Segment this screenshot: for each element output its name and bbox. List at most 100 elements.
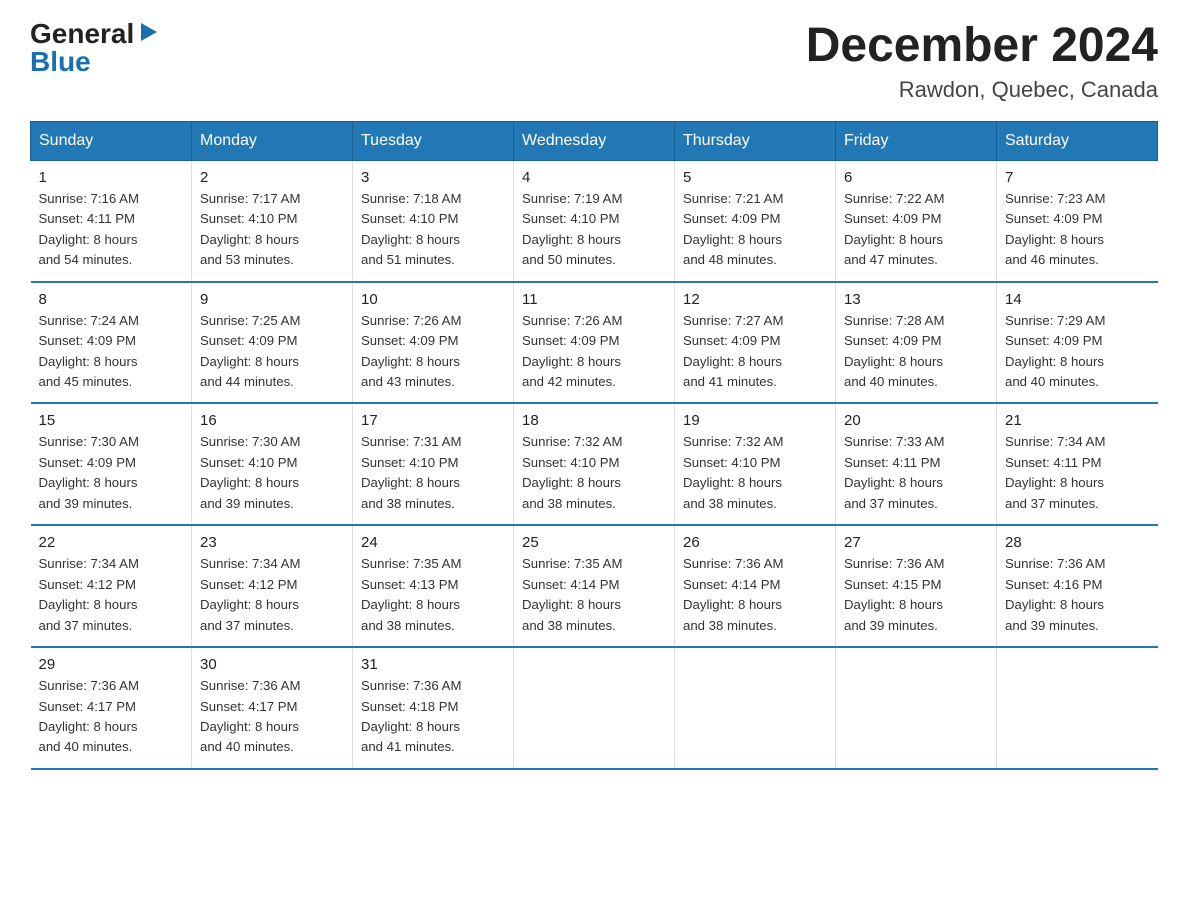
calendar-week-row: 22 Sunrise: 7:34 AM Sunset: 4:12 PM Dayl… bbox=[31, 525, 1158, 647]
day-number: 23 bbox=[200, 534, 344, 551]
calendar-day-cell: 23 Sunrise: 7:34 AM Sunset: 4:12 PM Dayl… bbox=[192, 525, 353, 647]
day-number: 17 bbox=[361, 412, 505, 429]
calendar-day-cell: 21 Sunrise: 7:34 AM Sunset: 4:11 PM Dayl… bbox=[997, 403, 1158, 525]
day-number: 6 bbox=[844, 169, 988, 186]
day-number: 12 bbox=[683, 291, 827, 308]
calendar-day-cell: 29 Sunrise: 7:36 AM Sunset: 4:17 PM Dayl… bbox=[31, 647, 192, 769]
day-info: Sunrise: 7:30 AM Sunset: 4:09 PM Dayligh… bbox=[39, 432, 184, 514]
calendar-day-cell: 11 Sunrise: 7:26 AM Sunset: 4:09 PM Dayl… bbox=[514, 282, 675, 404]
calendar-day-cell: 24 Sunrise: 7:35 AM Sunset: 4:13 PM Dayl… bbox=[353, 525, 514, 647]
day-info: Sunrise: 7:32 AM Sunset: 4:10 PM Dayligh… bbox=[683, 432, 827, 514]
calendar-day-cell: 17 Sunrise: 7:31 AM Sunset: 4:10 PM Dayl… bbox=[353, 403, 514, 525]
day-info: Sunrise: 7:36 AM Sunset: 4:14 PM Dayligh… bbox=[683, 554, 827, 636]
day-number: 31 bbox=[361, 656, 505, 673]
calendar-table: SundayMondayTuesdayWednesdayThursdayFrid… bbox=[30, 121, 1158, 770]
calendar-day-cell: 16 Sunrise: 7:30 AM Sunset: 4:10 PM Dayl… bbox=[192, 403, 353, 525]
day-number: 26 bbox=[683, 534, 827, 551]
calendar-empty-cell bbox=[675, 647, 836, 769]
day-number: 11 bbox=[522, 291, 666, 308]
header-wednesday: Wednesday bbox=[514, 121, 675, 160]
day-info: Sunrise: 7:34 AM Sunset: 4:12 PM Dayligh… bbox=[39, 554, 184, 636]
day-info: Sunrise: 7:19 AM Sunset: 4:10 PM Dayligh… bbox=[522, 189, 666, 271]
calendar-day-cell: 14 Sunrise: 7:29 AM Sunset: 4:09 PM Dayl… bbox=[997, 282, 1158, 404]
day-number: 24 bbox=[361, 534, 505, 551]
day-info: Sunrise: 7:28 AM Sunset: 4:09 PM Dayligh… bbox=[844, 311, 988, 393]
calendar-day-cell: 3 Sunrise: 7:18 AM Sunset: 4:10 PM Dayli… bbox=[353, 160, 514, 281]
day-number: 18 bbox=[522, 412, 666, 429]
day-info: Sunrise: 7:17 AM Sunset: 4:10 PM Dayligh… bbox=[200, 189, 344, 271]
calendar-week-row: 15 Sunrise: 7:30 AM Sunset: 4:09 PM Dayl… bbox=[31, 403, 1158, 525]
day-number: 13 bbox=[844, 291, 988, 308]
day-number: 28 bbox=[1005, 534, 1150, 551]
day-info: Sunrise: 7:18 AM Sunset: 4:10 PM Dayligh… bbox=[361, 189, 505, 271]
calendar-week-row: 8 Sunrise: 7:24 AM Sunset: 4:09 PM Dayli… bbox=[31, 282, 1158, 404]
day-info: Sunrise: 7:36 AM Sunset: 4:17 PM Dayligh… bbox=[200, 676, 344, 758]
logo: General Blue bbox=[30, 20, 159, 76]
calendar-day-cell: 18 Sunrise: 7:32 AM Sunset: 4:10 PM Dayl… bbox=[514, 403, 675, 525]
day-number: 27 bbox=[844, 534, 988, 551]
calendar-day-cell: 15 Sunrise: 7:30 AM Sunset: 4:09 PM Dayl… bbox=[31, 403, 192, 525]
header-friday: Friday bbox=[836, 121, 997, 160]
calendar-day-cell: 25 Sunrise: 7:35 AM Sunset: 4:14 PM Dayl… bbox=[514, 525, 675, 647]
day-info: Sunrise: 7:36 AM Sunset: 4:16 PM Dayligh… bbox=[1005, 554, 1150, 636]
day-info: Sunrise: 7:23 AM Sunset: 4:09 PM Dayligh… bbox=[1005, 189, 1150, 271]
calendar-day-cell: 4 Sunrise: 7:19 AM Sunset: 4:10 PM Dayli… bbox=[514, 160, 675, 281]
day-number: 21 bbox=[1005, 412, 1150, 429]
day-info: Sunrise: 7:35 AM Sunset: 4:13 PM Dayligh… bbox=[361, 554, 505, 636]
day-info: Sunrise: 7:30 AM Sunset: 4:10 PM Dayligh… bbox=[200, 432, 344, 514]
day-number: 1 bbox=[39, 169, 184, 186]
day-number: 3 bbox=[361, 169, 505, 186]
day-number: 5 bbox=[683, 169, 827, 186]
logo-blue-text: Blue bbox=[30, 48, 91, 76]
day-info: Sunrise: 7:33 AM Sunset: 4:11 PM Dayligh… bbox=[844, 432, 988, 514]
header-sunday: Sunday bbox=[31, 121, 192, 160]
calendar-day-cell: 5 Sunrise: 7:21 AM Sunset: 4:09 PM Dayli… bbox=[675, 160, 836, 281]
calendar-day-cell: 31 Sunrise: 7:36 AM Sunset: 4:18 PM Dayl… bbox=[353, 647, 514, 769]
day-info: Sunrise: 7:34 AM Sunset: 4:11 PM Dayligh… bbox=[1005, 432, 1150, 514]
day-number: 8 bbox=[39, 291, 184, 308]
header-tuesday: Tuesday bbox=[353, 121, 514, 160]
calendar-day-cell: 10 Sunrise: 7:26 AM Sunset: 4:09 PM Dayl… bbox=[353, 282, 514, 404]
day-number: 25 bbox=[522, 534, 666, 551]
calendar-week-row: 1 Sunrise: 7:16 AM Sunset: 4:11 PM Dayli… bbox=[31, 160, 1158, 281]
day-info: Sunrise: 7:35 AM Sunset: 4:14 PM Dayligh… bbox=[522, 554, 666, 636]
calendar-week-row: 29 Sunrise: 7:36 AM Sunset: 4:17 PM Dayl… bbox=[31, 647, 1158, 769]
calendar-day-cell: 30 Sunrise: 7:36 AM Sunset: 4:17 PM Dayl… bbox=[192, 647, 353, 769]
calendar-day-cell: 2 Sunrise: 7:17 AM Sunset: 4:10 PM Dayli… bbox=[192, 160, 353, 281]
calendar-day-cell: 12 Sunrise: 7:27 AM Sunset: 4:09 PM Dayl… bbox=[675, 282, 836, 404]
calendar-empty-cell bbox=[836, 647, 997, 769]
calendar-header-row: SundayMondayTuesdayWednesdayThursdayFrid… bbox=[31, 121, 1158, 160]
calendar-day-cell: 27 Sunrise: 7:36 AM Sunset: 4:15 PM Dayl… bbox=[836, 525, 997, 647]
calendar-day-cell: 8 Sunrise: 7:24 AM Sunset: 4:09 PM Dayli… bbox=[31, 282, 192, 404]
page-subtitle: Rawdon, Quebec, Canada bbox=[806, 77, 1158, 103]
calendar-day-cell: 20 Sunrise: 7:33 AM Sunset: 4:11 PM Dayl… bbox=[836, 403, 997, 525]
day-info: Sunrise: 7:16 AM Sunset: 4:11 PM Dayligh… bbox=[39, 189, 184, 271]
day-info: Sunrise: 7:24 AM Sunset: 4:09 PM Dayligh… bbox=[39, 311, 184, 393]
day-info: Sunrise: 7:27 AM Sunset: 4:09 PM Dayligh… bbox=[683, 311, 827, 393]
day-number: 9 bbox=[200, 291, 344, 308]
calendar-empty-cell bbox=[514, 647, 675, 769]
calendar-empty-cell bbox=[997, 647, 1158, 769]
day-info: Sunrise: 7:22 AM Sunset: 4:09 PM Dayligh… bbox=[844, 189, 988, 271]
day-info: Sunrise: 7:21 AM Sunset: 4:09 PM Dayligh… bbox=[683, 189, 827, 271]
day-number: 4 bbox=[522, 169, 666, 186]
header-thursday: Thursday bbox=[675, 121, 836, 160]
logo-general-text: General bbox=[30, 20, 134, 48]
logo-triangle-icon bbox=[137, 21, 159, 43]
day-info: Sunrise: 7:36 AM Sunset: 4:17 PM Dayligh… bbox=[39, 676, 184, 758]
day-info: Sunrise: 7:36 AM Sunset: 4:15 PM Dayligh… bbox=[844, 554, 988, 636]
calendar-day-cell: 1 Sunrise: 7:16 AM Sunset: 4:11 PM Dayli… bbox=[31, 160, 192, 281]
day-info: Sunrise: 7:26 AM Sunset: 4:09 PM Dayligh… bbox=[522, 311, 666, 393]
calendar-day-cell: 22 Sunrise: 7:34 AM Sunset: 4:12 PM Dayl… bbox=[31, 525, 192, 647]
header-monday: Monday bbox=[192, 121, 353, 160]
calendar-day-cell: 6 Sunrise: 7:22 AM Sunset: 4:09 PM Dayli… bbox=[836, 160, 997, 281]
day-info: Sunrise: 7:25 AM Sunset: 4:09 PM Dayligh… bbox=[200, 311, 344, 393]
calendar-day-cell: 26 Sunrise: 7:36 AM Sunset: 4:14 PM Dayl… bbox=[675, 525, 836, 647]
title-block: December 2024 Rawdon, Quebec, Canada bbox=[806, 20, 1158, 103]
day-info: Sunrise: 7:31 AM Sunset: 4:10 PM Dayligh… bbox=[361, 432, 505, 514]
day-number: 16 bbox=[200, 412, 344, 429]
day-info: Sunrise: 7:36 AM Sunset: 4:18 PM Dayligh… bbox=[361, 676, 505, 758]
day-number: 30 bbox=[200, 656, 344, 673]
day-number: 19 bbox=[683, 412, 827, 429]
day-info: Sunrise: 7:29 AM Sunset: 4:09 PM Dayligh… bbox=[1005, 311, 1150, 393]
